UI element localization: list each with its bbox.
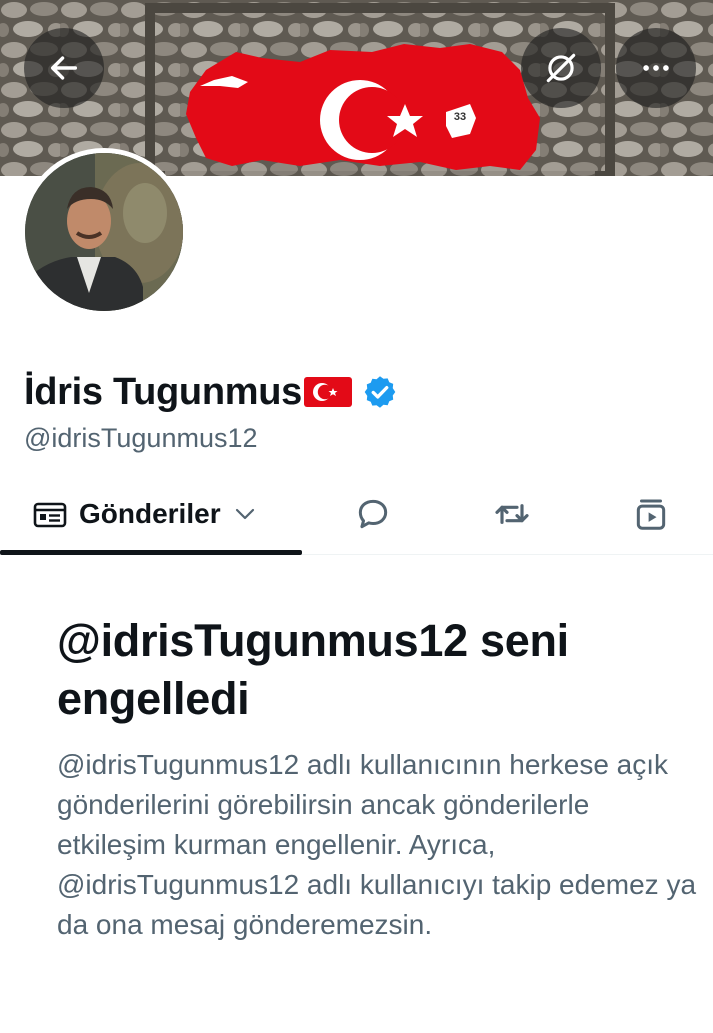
blocked-description: @idrisTugunmus12 adlı kullanıcının herke… [57, 749, 697, 940]
back-button[interactable] [24, 28, 104, 108]
media-play-icon [636, 499, 666, 530]
posts-list-icon [33, 502, 67, 528]
turkish-flag-icon [303, 377, 352, 407]
tab-replies[interactable] [333, 474, 413, 554]
arrow-left-icon [50, 56, 78, 80]
active-tab-indicator [0, 550, 302, 555]
blocked-title: @idrisTugunmus12 seni engelledi [57, 615, 569, 724]
crossed-circle-icon [546, 53, 576, 83]
tab-media[interactable] [611, 474, 691, 554]
profile-name-row: İdris Tugunmus [24, 368, 398, 416]
more-options-button[interactable] [616, 28, 696, 108]
ellipsis-icon [643, 65, 669, 71]
chevron-down-icon [235, 508, 254, 520]
avatar[interactable] [25, 153, 183, 311]
tab-reposts[interactable] [472, 474, 552, 554]
avatar-frame[interactable] [20, 148, 188, 316]
speech-bubble-icon [358, 499, 388, 529]
profile-tabs: Gönderiler [0, 474, 713, 555]
tab-posts-label: Gönderiler [79, 498, 221, 529]
display-name: İdris Tugunmus [24, 370, 302, 413]
tab-posts[interactable]: Gönderiler [0, 474, 302, 555]
avatar-photo [25, 153, 183, 311]
profile-handle: @idrisTugunmus12 [24, 423, 258, 453]
unfollow-button[interactable] [521, 28, 601, 108]
banner-badge-number: 33 [454, 111, 466, 123]
verified-badge-icon[interactable] [362, 374, 398, 410]
repost-icon [495, 504, 529, 524]
